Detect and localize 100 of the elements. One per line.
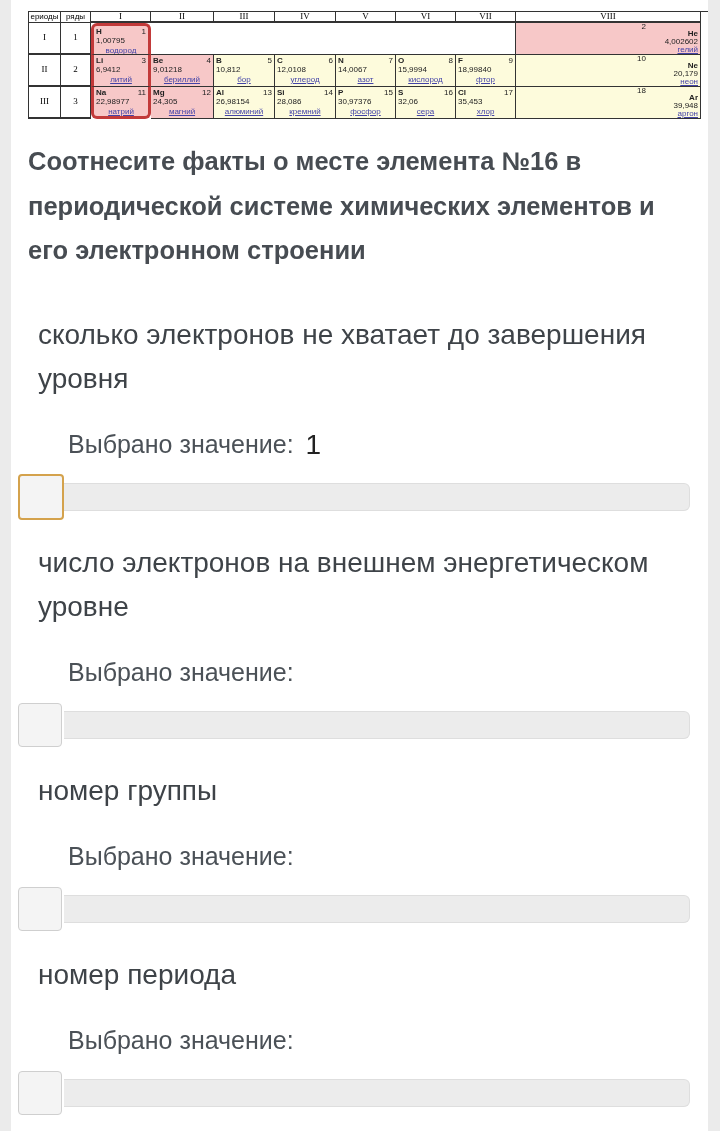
element-symbol: Ar xyxy=(689,94,698,102)
statement-label: номер группы xyxy=(38,774,218,806)
element-symbol: He xyxy=(687,30,698,38)
atomic-mass: 14,0067 xyxy=(338,65,367,74)
selected-value-label: Выбрано значение: xyxy=(68,428,294,460)
element-symbol: Al xyxy=(216,88,224,97)
element-name: углерод xyxy=(290,75,320,85)
slider-thumb[interactable] xyxy=(18,702,62,747)
statement-label: число электронов на внешнем энергетическом уровне xyxy=(38,546,649,622)
atomic-number: 9 xyxy=(508,56,513,65)
element-symbol: O xyxy=(398,56,405,65)
atomic-mass: 30,97376 xyxy=(338,97,372,106)
atomic-number: 5 xyxy=(267,56,272,65)
element-symbol: Mg xyxy=(153,88,165,97)
period-number: I xyxy=(43,31,46,45)
atomic-mass: 24,305 xyxy=(153,97,178,106)
atomic-mass: 20,179 xyxy=(673,70,698,78)
element-name: гелий xyxy=(677,46,698,54)
atomic-number: 10 xyxy=(637,55,646,62)
atomic-mass: 9,01218 xyxy=(153,65,182,74)
slider-thumb[interactable] xyxy=(18,886,62,931)
atomic-mass: 32,06 xyxy=(398,97,419,106)
period-number: III xyxy=(40,95,49,109)
slider-thumb[interactable] xyxy=(18,473,64,520)
statement-label: номер периода xyxy=(38,958,237,990)
element-symbol: S xyxy=(398,88,404,97)
atomic-number: 13 xyxy=(263,88,272,97)
element-symbol: Be xyxy=(153,56,164,65)
atomic-number: 17 xyxy=(504,88,513,97)
atomic-mass: 26,98154 xyxy=(216,97,250,106)
element-name: бор xyxy=(237,75,251,85)
element-name: фосфор xyxy=(350,107,381,117)
column-header: ериоды xyxy=(30,13,59,21)
atomic-mass: 22,98977 xyxy=(96,97,130,106)
slider[interactable] xyxy=(18,473,692,520)
group-header: VII xyxy=(479,12,492,21)
atomic-number: 7 xyxy=(388,56,393,65)
atomic-mass: 10,812 xyxy=(216,65,241,74)
element-name: фтор xyxy=(476,75,495,85)
group-header: III xyxy=(239,12,249,21)
element-name: алюминий xyxy=(224,107,264,117)
atomic-number: 18 xyxy=(637,87,646,94)
slider[interactable] xyxy=(18,1069,692,1116)
selected-value-label: Выбрано значение: xyxy=(68,840,294,872)
element-name: неон xyxy=(680,78,698,86)
question-text: Соотнесите факты о месте элемента №16 в периодической системе химических элементов и его электронном строении xyxy=(28,147,655,264)
atomic-mass: 4,002602 xyxy=(664,38,698,46)
atomic-number: 2 xyxy=(641,23,646,30)
element-name: литий xyxy=(110,75,132,85)
column-header: ряды xyxy=(65,13,86,21)
atomic-mass: 39,948 xyxy=(673,102,698,110)
element-symbol: C xyxy=(277,56,283,65)
slider[interactable] xyxy=(18,701,692,748)
atomic-mass: 18,99840 xyxy=(458,65,492,74)
atomic-mass: 28,086 xyxy=(277,97,302,106)
element-symbol: N xyxy=(338,56,344,65)
element-name: натрий xyxy=(108,107,134,116)
row-number: 1 xyxy=(73,31,78,45)
atomic-number: 8 xyxy=(448,56,453,65)
element-symbol: Cl xyxy=(458,88,466,97)
selected-value-label: Выбрано значение: xyxy=(68,1024,294,1056)
atomic-number: 14 xyxy=(324,88,333,97)
element-name: аргон xyxy=(677,110,698,118)
atomic-mass: 15,9994 xyxy=(398,65,427,74)
atomic-number: 3 xyxy=(141,56,146,65)
atomic-number: 15 xyxy=(384,88,393,97)
group-header: II xyxy=(179,12,185,21)
atomic-number: 4 xyxy=(206,56,211,65)
atomic-number: 11 xyxy=(137,88,146,97)
atomic-number: 1 xyxy=(141,27,146,36)
group-header: V xyxy=(362,12,369,21)
selected-value-label: Выбрано значение: xyxy=(68,656,294,688)
element-symbol: Si xyxy=(277,88,285,97)
atomic-mass: 35,453 xyxy=(458,97,483,106)
element-symbol: Li xyxy=(96,56,104,65)
element-symbol: F xyxy=(458,56,463,65)
element-name: сера xyxy=(416,107,435,117)
row-number: 3 xyxy=(73,95,78,109)
period-number: II xyxy=(41,63,48,77)
element-symbol: Ne xyxy=(687,62,698,70)
row-number: 2 xyxy=(73,63,78,77)
element-name: магний xyxy=(168,107,196,117)
element-name: бериллий xyxy=(163,75,201,85)
group-header: IV xyxy=(300,12,310,21)
group-header: VIII xyxy=(600,12,616,21)
atomic-mass: 1,00795 xyxy=(96,36,125,45)
element-symbol: B xyxy=(216,56,222,65)
element-name: хлор xyxy=(476,107,495,117)
slider-thumb[interactable] xyxy=(18,1070,62,1115)
group-header: VI xyxy=(420,12,431,21)
statement-label: сколько электронов не хватает до завершения уровня xyxy=(38,318,646,394)
element-name: азот xyxy=(357,75,374,85)
group-header: I xyxy=(119,12,122,21)
selected-value: 1 xyxy=(305,427,322,462)
atomic-number: 16 xyxy=(444,88,453,97)
slider[interactable] xyxy=(18,885,692,932)
atomic-mass: 6,9412 xyxy=(96,65,121,74)
element-symbol: P xyxy=(338,88,344,97)
element-symbol: Na xyxy=(96,88,107,97)
atomic-mass: 12,0108 xyxy=(277,65,306,74)
